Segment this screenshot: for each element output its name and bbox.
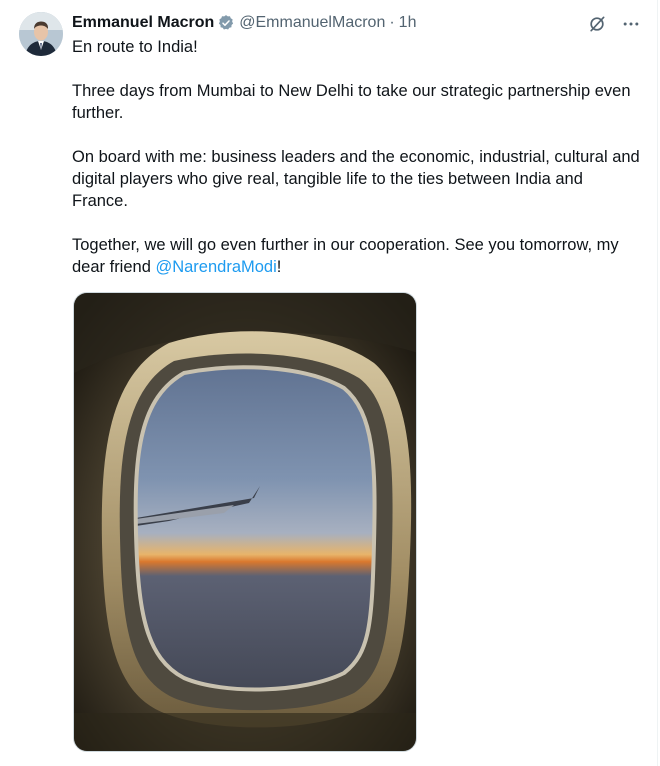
grok-icon[interactable] <box>585 12 609 36</box>
mention-link[interactable]: @NarendraModi <box>155 258 276 276</box>
tweet-card[interactable]: Emmanuel Macron @EmmanuelMacron · 1h En … <box>0 0 658 766</box>
author-handle[interactable]: @EmmanuelMacron <box>239 14 385 32</box>
tweet-paragraph-2: Three days from Mumbai to New Delhi to t… <box>72 82 631 122</box>
airplane-window-photo <box>74 293 416 751</box>
verified-badge-icon[interactable] <box>217 14 235 32</box>
tweet-line-1: En route to India! <box>72 38 198 56</box>
author-name[interactable]: Emmanuel Macron <box>72 14 214 32</box>
tweet-paragraph-3: On board with me: business leaders and t… <box>72 148 640 210</box>
tweet-header: Emmanuel Macron @EmmanuelMacron · 1h <box>72 12 641 34</box>
avatar-image <box>19 12 63 56</box>
tweet-photo[interactable] <box>73 292 417 752</box>
tweet-paragraph-4: Together, we will go even further in our… <box>72 234 642 278</box>
tweet-text: En route to India! Three days from Mumba… <box>72 36 642 300</box>
tweet-paragraph-4-end: ! <box>276 258 282 276</box>
more-icon[interactable] <box>619 12 643 36</box>
separator-dot: · <box>389 14 395 31</box>
tweet-paragraph-4-text: Together, we will go even further in our… <box>72 236 619 276</box>
tweet-actions <box>585 12 643 36</box>
avatar[interactable] <box>19 12 63 56</box>
timestamp[interactable]: 1h <box>399 14 417 32</box>
